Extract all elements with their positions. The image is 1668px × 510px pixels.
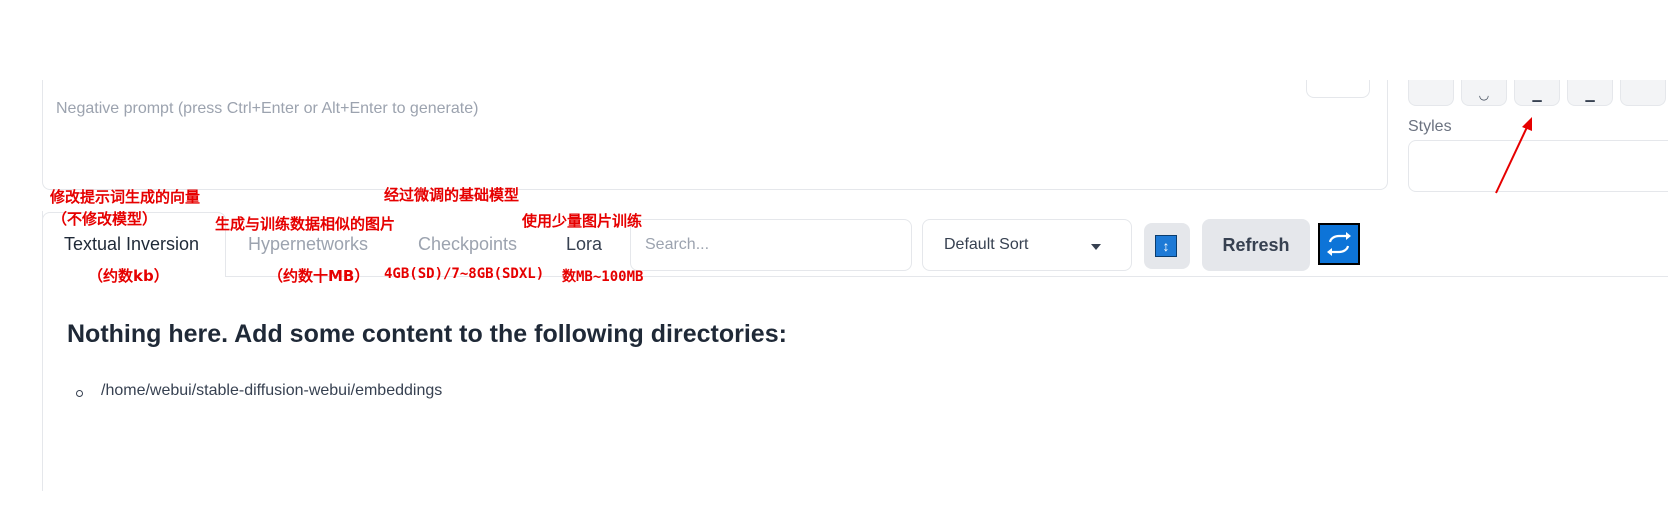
tab-hypernetworks[interactable]: Hypernetworks bbox=[248, 234, 368, 255]
refresh-cycle-icon bbox=[1327, 232, 1351, 256]
tab-textual-inversion[interactable]: Textual Inversion bbox=[64, 234, 199, 255]
negative-prompt-placeholder: Negative prompt (press Ctrl+Enter or Alt… bbox=[56, 100, 479, 117]
tool-icon-4: ▁ bbox=[1585, 88, 1595, 102]
negative-prompt-box[interactable] bbox=[42, 80, 1388, 190]
annotation-ti-desc: 修改提示词生成的向量 bbox=[50, 188, 201, 206]
sort-value: Default Sort bbox=[944, 236, 1029, 253]
tool-icon-3: ▁ bbox=[1532, 88, 1542, 102]
tool-button-1[interactable] bbox=[1408, 80, 1454, 106]
annotation-ckpt-desc: 经过微调的基础模型 bbox=[384, 186, 520, 204]
styles-label: Styles bbox=[1408, 118, 1452, 135]
directory-path: /home/webui/stable-diffusion-webui/embed… bbox=[101, 382, 443, 399]
annotation-ckpt-size: 4GB(SD)/7~8GB(SDXL) bbox=[384, 266, 545, 282]
tool-button-4[interactable]: ▁ bbox=[1567, 80, 1613, 106]
search-field[interactable] bbox=[630, 219, 912, 271]
sort-select[interactable]: Default Sort bbox=[922, 219, 1132, 271]
tool-button-3[interactable]: ▁ bbox=[1514, 80, 1560, 106]
tool-button-2[interactable]: ◡ bbox=[1461, 80, 1507, 106]
prompt-corner-button[interactable] bbox=[1306, 80, 1370, 98]
chevron-down-icon bbox=[1091, 244, 1101, 250]
tool-button-5[interactable] bbox=[1620, 80, 1666, 106]
tab-lora[interactable]: Lora bbox=[566, 234, 602, 255]
tool-icon-2: ◡ bbox=[1478, 88, 1490, 102]
empty-state-heading: Nothing here. Add some content to the fo… bbox=[67, 320, 787, 348]
refresh-button[interactable]: Refresh bbox=[1202, 219, 1310, 271]
annotation-lora-desc: 使用少量图片训练 bbox=[522, 212, 643, 230]
annotation-hyper-desc: 生成与训练数据相似的图片 bbox=[215, 215, 396, 233]
search-input[interactable] bbox=[631, 220, 911, 270]
list-bullet bbox=[76, 390, 83, 397]
annotation-hyper-size: （约数十MB） bbox=[268, 267, 370, 285]
cycle-refresh-button[interactable] bbox=[1318, 223, 1360, 265]
annotation-lora-size: 数MB~100MB bbox=[562, 269, 644, 285]
annotation-arrow bbox=[1495, 117, 1532, 194]
annotation-ti-note: （不修改模型） bbox=[52, 210, 158, 228]
annotation-ti-size: （约数kb） bbox=[88, 267, 169, 285]
tab-checkpoints[interactable]: Checkpoints bbox=[418, 234, 517, 255]
sort-direction-button[interactable]: ↕ bbox=[1144, 223, 1190, 269]
sort-direction-icon: ↕ bbox=[1155, 235, 1177, 257]
